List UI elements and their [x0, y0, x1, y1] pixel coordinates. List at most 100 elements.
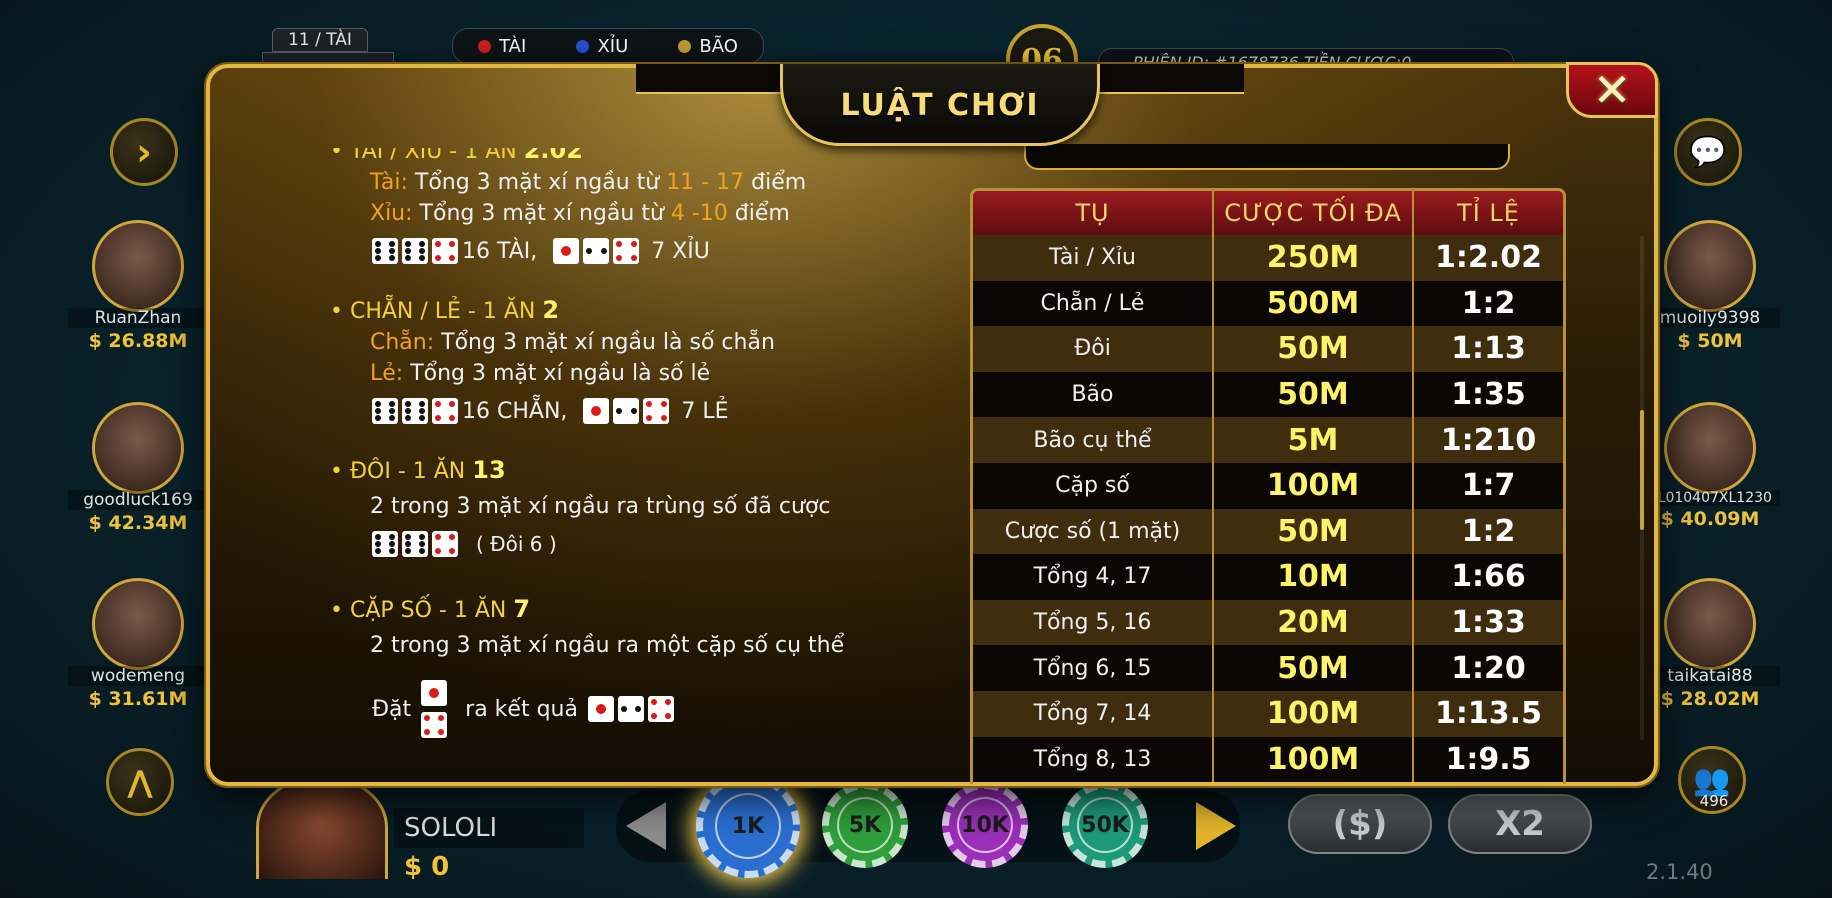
player-money: $ 26.88M: [88, 330, 188, 352]
max-bet-cell: 500M: [1213, 280, 1414, 327]
player-seat-right-2[interactable]: XL010407XL1230 $ 40.09M: [1640, 402, 1780, 530]
table-row: Tổng 8, 13 100M 1:9.5: [973, 736, 1563, 783]
capso-example-mid: ra kết quả: [465, 696, 578, 722]
max-bet-cell: 50M: [1213, 371, 1414, 418]
rule-taixiu-title: • TÀI / XỈU - 1 ĂN: [330, 148, 524, 164]
my-avatar: [256, 775, 388, 879]
le-label: Lẻ:: [370, 361, 404, 386]
bet-type-cell: Tổng 7, 14: [973, 690, 1214, 737]
player-seat-left-2[interactable]: goodluck169 $ 42.34M: [68, 402, 208, 534]
chanle-example-1: 16 CHẴN,: [462, 398, 568, 424]
my-name: SOLOLI: [394, 808, 584, 848]
table-row: Tổng 5, 16 20M 1:33: [973, 599, 1563, 646]
chip-label: 5K: [837, 797, 893, 853]
rule-capso-rate: 7: [513, 595, 531, 623]
taixiu-example-2: 7 XỈU: [651, 238, 710, 264]
player-seat-right-3[interactable]: taikatai88 $ 28.02M: [1640, 578, 1780, 710]
player-name: muoily9398: [1640, 308, 1780, 328]
ratio-cell: 1:20: [1413, 645, 1563, 691]
xiu-text-end: điểm: [727, 201, 790, 226]
player-money: $ 50M: [1677, 330, 1743, 352]
tai-dot-icon: [478, 39, 492, 53]
table-row: Tổng 7, 14 100M 1:13.5: [973, 690, 1563, 737]
chip-prev-arrow-icon[interactable]: [626, 802, 666, 850]
player-seat-right-1[interactable]: muoily9398 $ 50M: [1640, 220, 1780, 352]
chat-button[interactable]: 💬: [1674, 118, 1742, 186]
player-seat-left-1[interactable]: RuanZhan $ 26.88M: [68, 220, 208, 352]
taixiu-example: 16 TÀI, 7 XỈU: [372, 238, 940, 264]
ratio-cell: 1:2.02: [1413, 235, 1563, 281]
tai-range: 11 - 17: [666, 170, 745, 195]
payout-table-grid: TỤ CƯỢC TỐI ĐA TỈ LỆ Tài / Xỉu 250M 1:2.02…: [973, 191, 1563, 783]
legend-xiu-label: XỈU: [597, 35, 629, 57]
tai-label: Tài:: [370, 170, 408, 195]
capso-example-pre: Đặt: [372, 696, 412, 722]
legend-tai: TÀI: [478, 36, 526, 57]
title-wing-right: [1094, 64, 1244, 94]
table-row: Cặp số 100M 1:7: [973, 462, 1563, 509]
bet-type-cell: Tài / Xỉu: [973, 235, 1214, 281]
expand-arrow-button[interactable]: ›: [110, 118, 178, 186]
ratio-cell: 1:13.5: [1413, 690, 1563, 737]
doi-example-text: ( Đôi 6 ): [476, 532, 557, 556]
rule-chan-line: Chẵn: Tổng 3 mặt xí ngầu là số chẵn: [370, 330, 940, 355]
dice-six-icon: [372, 238, 398, 264]
chanle-example: 16 CHẴN, 7 LẺ: [372, 398, 940, 424]
close-icon: ✕: [1592, 63, 1632, 117]
dice-one-icon: [421, 680, 448, 706]
modal-title: LUẬT CHƠI: [840, 88, 1040, 123]
col-header-max-bet: CƯỢC TỐI ĐA: [1213, 191, 1414, 235]
rule-doi-text: 2 trong 3 mặt xí ngầu ra trùng số đã cượ…: [370, 494, 831, 519]
player-seat-left-3[interactable]: wodemeng $ 31.61M: [68, 578, 208, 710]
double-bet-button[interactable]: X2: [1448, 794, 1592, 854]
legend-xiu: XỈU: [576, 36, 628, 57]
rules-content[interactable]: • TÀI / XỈU - 1 ĂN 2.02 Tài: Tổng 3 mặt …: [330, 148, 940, 784]
max-bet-cell: 100M: [1213, 462, 1414, 509]
max-bet-cell: 50M: [1213, 508, 1414, 555]
chevron-right-icon: ›: [136, 130, 152, 174]
rule-capso-text: 2 trong 3 mặt xí ngầu ra một cặp số cụ t…: [370, 633, 845, 658]
graph-icon: ⋀: [127, 764, 153, 800]
ratio-cell: 1:2: [1413, 508, 1563, 555]
chip-10k[interactable]: 10K: [942, 782, 1028, 868]
ratio-cell: 1:33: [1413, 599, 1563, 646]
dice-four-icon: [432, 398, 458, 424]
my-balance: $ 0: [404, 852, 450, 882]
max-bet-cell: 100M: [1213, 736, 1414, 783]
close-button[interactable]: ✕: [1566, 62, 1658, 118]
avatar: [1664, 402, 1756, 494]
rule-doi-rate: 13: [472, 456, 506, 484]
bet-type-cell: Đôi: [973, 326, 1214, 372]
last-result-label: 11 / TÀI: [272, 28, 368, 52]
legend-tai-label: TÀI: [499, 35, 527, 57]
avatar: [92, 402, 184, 494]
rule-chanle-rate: 2: [542, 296, 560, 324]
title-wing-left: [636, 64, 786, 94]
player-name: taikatai88: [1640, 666, 1780, 686]
xiu-range: 4 -10: [670, 201, 728, 226]
tai-text: Tổng 3 mặt xí ngầu từ: [407, 170, 667, 195]
taixiu-example-1: 16 TÀI,: [462, 238, 538, 264]
rule-taixiu-heading: • TÀI / XỈU - 1 ĂN 2.02: [330, 148, 940, 164]
payout-table[interactable]: TỤ CƯỢC TỐI ĐA TỈ LỆ Tài / Xỉu 250M 1:2.02…: [970, 188, 1566, 784]
dice-four-icon: [432, 238, 458, 264]
chip-next-arrow-icon[interactable]: [1196, 802, 1236, 850]
chip-1k[interactable]: 1K: [696, 774, 800, 878]
dice-one-icon: [587, 696, 614, 722]
dice-six-icon: [372, 398, 398, 424]
chip-50k[interactable]: 50K: [1062, 782, 1148, 868]
chip-label: 10K: [957, 797, 1013, 853]
dice-four-icon: [432, 531, 458, 557]
ratio-cell: 1:35: [1413, 371, 1563, 418]
avatar: [92, 578, 184, 670]
player-name: RuanZhan: [68, 308, 208, 328]
bet-type-cell: Tổng 5, 16: [973, 599, 1214, 646]
avatar: [1664, 578, 1756, 670]
rules-scroll-thumb[interactable]: [1640, 410, 1644, 530]
stats-button[interactable]: ⋀: [106, 748, 174, 816]
dice-four-icon: [643, 398, 670, 424]
rule-xiu-line: Xỉu: Tổng 3 mặt xí ngầu từ 4 -10 điểm: [370, 201, 940, 226]
rebet-button[interactable]: ($): [1288, 794, 1432, 854]
max-bet-cell: 10M: [1213, 554, 1414, 600]
chip-5k[interactable]: 5K: [822, 782, 908, 868]
